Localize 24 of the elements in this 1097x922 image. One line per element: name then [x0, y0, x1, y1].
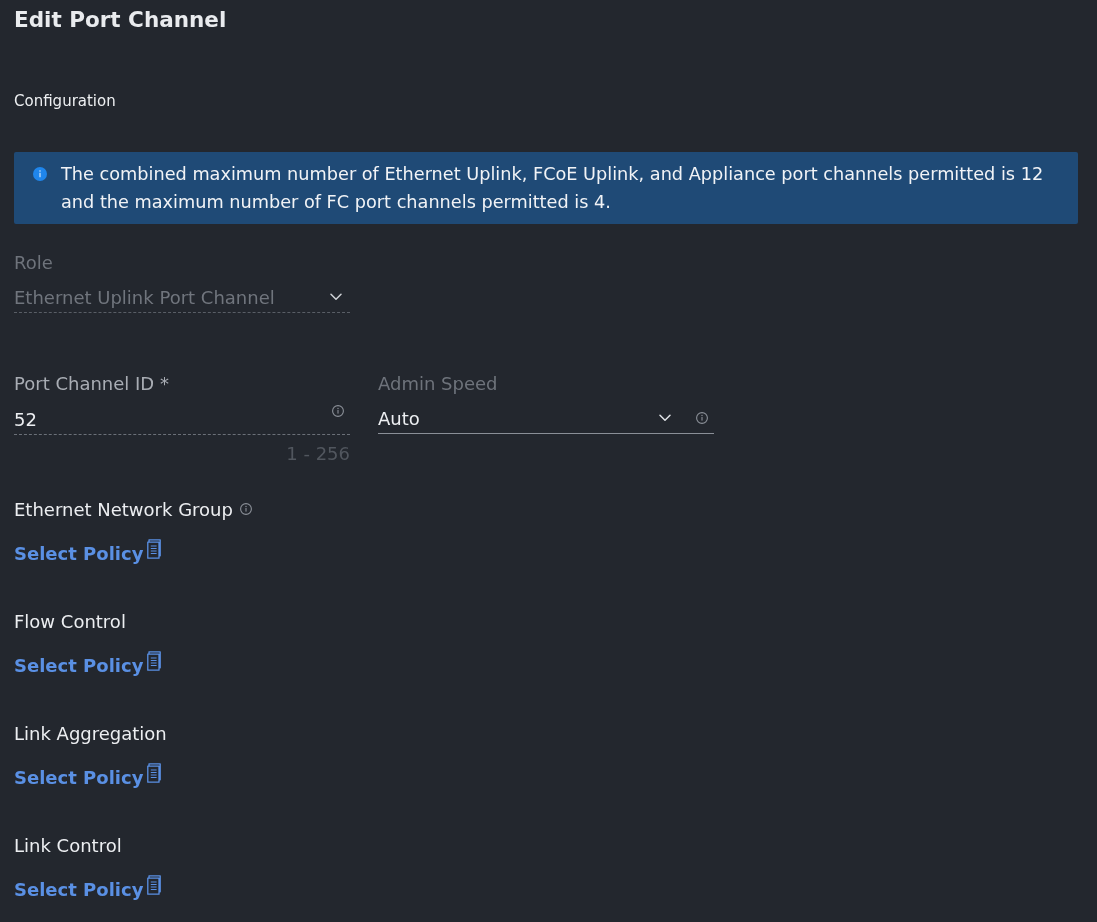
document-icon	[147, 875, 162, 895]
policy-label: Flow Control	[14, 610, 126, 634]
document-icon	[147, 651, 162, 671]
document-icon	[147, 763, 162, 783]
field-label: Port Channel ID *	[14, 372, 170, 396]
policy-label: Link Control	[14, 834, 122, 858]
policy-label: Ethernet Network Group	[14, 498, 233, 522]
select-policy-link[interactable]: Select Policy	[14, 766, 144, 790]
section-heading: Configuration	[14, 91, 117, 111]
banner-message: The combined maximum number of Ethernet Uplink, FCoE Uplink, and Appliance port channels permitted is 12 and the maximum number of FC port channels permitted is 4.	[61, 163, 1045, 214]
input-field[interactable]: 52	[14, 404, 350, 435]
select-policy-link[interactable]: Select Policy	[14, 878, 144, 902]
chevron-down-icon	[330, 293, 342, 301]
info-icon	[33, 167, 47, 181]
dropdown-field[interactable]: Auto	[378, 403, 714, 434]
policy-label: Link Aggregation	[14, 722, 167, 746]
select-policy-link[interactable]: Select Policy	[14, 542, 144, 566]
document-icon	[147, 539, 162, 559]
dropdown-field: Ethernet Uplink Port Channel	[14, 282, 350, 313]
page-title: Edit Port Channel	[14, 6, 228, 34]
field-label: Role	[14, 251, 54, 275]
select-policy-link[interactable]: Select Policy	[14, 654, 144, 678]
field-label: Admin Speed	[378, 372, 499, 396]
chevron-down-icon	[659, 414, 671, 422]
